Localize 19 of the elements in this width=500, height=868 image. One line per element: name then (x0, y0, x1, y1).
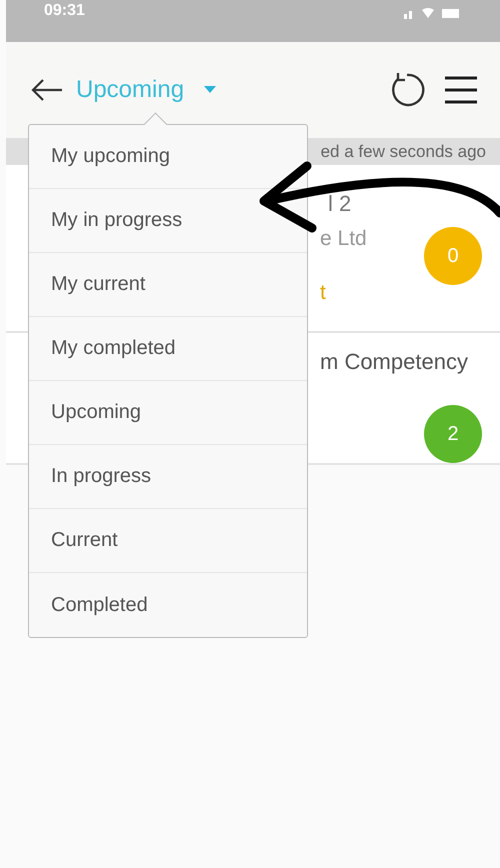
menu-item[interactable]: My current (29, 253, 307, 317)
menu-item[interactable]: Upcoming (29, 381, 307, 445)
count-badge: 0 (424, 227, 482, 285)
card-title: m Competency (320, 349, 468, 375)
count-badge: 2 (424, 405, 482, 463)
menu-item[interactable]: My in progress (29, 189, 307, 253)
clock-time: 09:31 (44, 2, 85, 20)
back-arrow-icon[interactable] (30, 78, 64, 102)
menu-item[interactable]: In progress (29, 445, 307, 509)
status-icons (404, 6, 460, 20)
menu-item[interactable]: My completed (29, 317, 307, 381)
menu-item[interactable]: My upcoming (29, 125, 307, 189)
sync-note: ed a few seconds ago (320, 142, 486, 162)
menu-item[interactable]: Current (29, 509, 307, 573)
menu-icon[interactable] (444, 75, 478, 105)
card-title: l 2 (327, 191, 352, 217)
card-subtitle: e Ltd (320, 227, 367, 251)
menu-item[interactable]: Completed (29, 573, 307, 637)
card-status: t (320, 281, 326, 305)
